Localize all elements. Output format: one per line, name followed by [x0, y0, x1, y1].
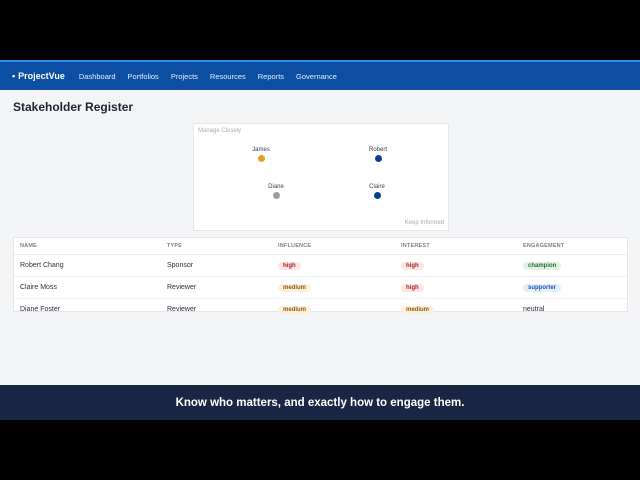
- matrix-point-james[interactable]: James: [239, 147, 283, 162]
- column-header-influence[interactable]: Influence: [272, 238, 395, 255]
- influence-badge: medium: [278, 283, 312, 292]
- engagement-badge: champion: [523, 261, 562, 270]
- brand-name: ProjectVue: [18, 71, 65, 81]
- top-navbar: • ProjectVue Dashboard Portfolios Projec…: [0, 60, 640, 90]
- stakeholder-matrix: Manage Closely Keep Informed James Rober…: [193, 123, 449, 231]
- matrix-point-dot: [374, 155, 382, 162]
- cell-name: Robert Chang: [14, 254, 161, 277]
- table-header-row: Name Type Influence Interest Engagement: [14, 238, 627, 255]
- table-row[interactable]: Claire Moss Reviewer medium high support…: [14, 276, 627, 299]
- quadrant-label-keep-informed: Keep Informed: [404, 220, 444, 226]
- influence-badge: high: [278, 261, 301, 270]
- cell-name: Claire Moss: [14, 276, 161, 299]
- nav-reports[interactable]: Reports: [258, 72, 284, 81]
- cell-type: Sponsor: [161, 254, 272, 277]
- cell-type: Reviewer: [161, 276, 272, 299]
- letterbox-bottom: [0, 420, 640, 480]
- cell-name: Diane Foster: [20, 306, 61, 313]
- table-row[interactable]: Diane Foster Reviewer medium medium neut…: [14, 299, 627, 321]
- table-row[interactable]: Robert Chang Sponsor high high champion: [14, 254, 627, 277]
- interest-badge: high: [401, 283, 424, 292]
- letterbox-top: [0, 0, 640, 60]
- interest-badge: medium: [401, 305, 435, 314]
- column-header-engagement[interactable]: Engagement: [517, 238, 627, 255]
- page-title: Stakeholder Register: [13, 100, 134, 114]
- engagement-text: neutral: [523, 306, 545, 313]
- cell-type: Reviewer: [167, 306, 197, 313]
- caption-text: Know who matters, and exactly how to eng…: [175, 396, 465, 409]
- interest-badge: high: [401, 261, 424, 270]
- brand-logo[interactable]: • ProjectVue: [12, 71, 65, 81]
- influence-badge: medium: [278, 305, 312, 314]
- brand-dot-icon: •: [12, 71, 16, 81]
- nav-governance[interactable]: Governance: [296, 72, 337, 81]
- column-header-type[interactable]: Type: [161, 238, 272, 255]
- caption-band: Know who matters, and exactly how to eng…: [0, 385, 640, 420]
- matrix-point-label: James: [252, 147, 270, 153]
- matrix-point-label: Robert: [368, 147, 387, 153]
- column-header-name[interactable]: Name: [14, 238, 161, 255]
- app-window: • ProjectVue Dashboard Portfolios Projec…: [0, 60, 640, 385]
- nav-dashboard[interactable]: Dashboard: [79, 72, 116, 81]
- matrix-point-robert[interactable]: Robert: [356, 147, 400, 162]
- nav-projects[interactable]: Projects: [171, 72, 198, 81]
- quadrant-label-manage-closely: Manage Closely: [198, 128, 242, 134]
- matrix-point-label: Diane: [268, 184, 284, 190]
- matrix-point-label: Claire: [369, 184, 385, 190]
- matrix-point-dot: [257, 155, 265, 162]
- column-header-interest[interactable]: Interest: [395, 238, 517, 255]
- nav-resources[interactable]: Resources: [210, 72, 246, 81]
- matrix-point-dot: [272, 192, 280, 199]
- nav-portfolios[interactable]: Portfolios: [128, 72, 159, 81]
- matrix-point-dot: [373, 192, 381, 199]
- stakeholder-table: Name Type Influence Interest Engagement …: [13, 237, 628, 314]
- engagement-badge: supporter: [523, 283, 562, 292]
- matrix-point-diane[interactable]: Diane: [254, 184, 298, 199]
- matrix-point-claire[interactable]: Claire: [355, 184, 399, 199]
